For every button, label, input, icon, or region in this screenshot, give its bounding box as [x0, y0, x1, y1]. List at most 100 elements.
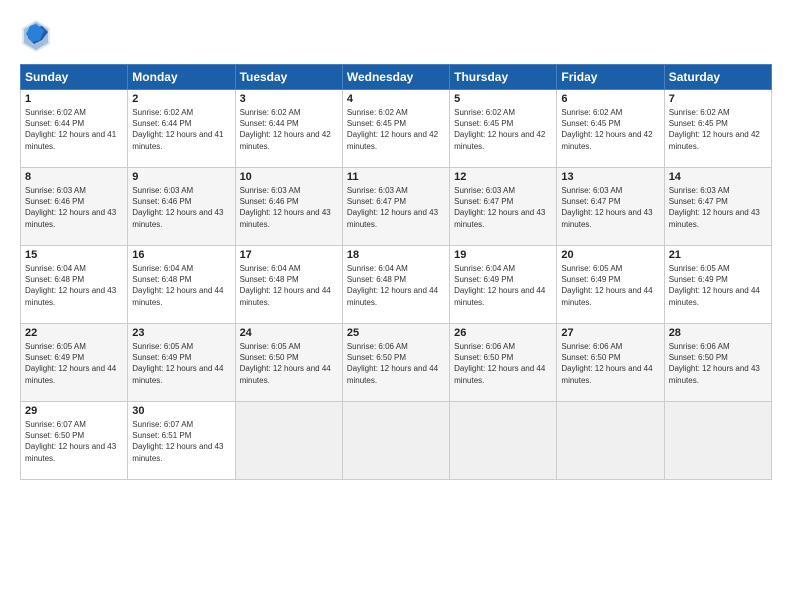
day-info: Sunrise: 6:03 AMSunset: 6:46 PMDaylight:…	[25, 186, 116, 229]
day-info: Sunrise: 6:05 AMSunset: 6:50 PMDaylight:…	[240, 342, 331, 385]
calendar-cell: 15 Sunrise: 6:04 AMSunset: 6:48 PMDayligh…	[21, 246, 128, 324]
calendar-week-row: 1Sunrise: 6:02 AMSunset: 6:44 PMDaylight…	[21, 90, 772, 168]
calendar-cell: 2 Sunrise: 6:02 AMSunset: 6:44 PMDaylight…	[128, 90, 235, 168]
day-info: Sunrise: 6:07 AMSunset: 6:50 PMDaylight:…	[25, 420, 116, 463]
calendar-cell	[664, 402, 771, 480]
day-number: 27	[561, 327, 659, 339]
day-info: Sunrise: 6:02 AMSunset: 6:44 PMDaylight:…	[240, 108, 331, 151]
day-info: Sunrise: 6:04 AMSunset: 6:49 PMDaylight:…	[454, 264, 545, 307]
col-thursday: Thursday	[450, 65, 557, 90]
col-tuesday: Tuesday	[235, 65, 342, 90]
calendar-cell: 22 Sunrise: 6:05 AMSunset: 6:49 PMDayligh…	[21, 324, 128, 402]
calendar-cell	[450, 402, 557, 480]
logo	[20, 18, 52, 54]
col-sunday: Sunday	[21, 65, 128, 90]
day-info: Sunrise: 6:07 AMSunset: 6:51 PMDaylight:…	[132, 420, 223, 463]
day-number: 19	[454, 249, 552, 261]
day-info: Sunrise: 6:03 AMSunset: 6:47 PMDaylight:…	[454, 186, 545, 229]
calendar-header-row: Sunday Monday Tuesday Wednesday Thursday…	[21, 65, 772, 90]
col-monday: Monday	[128, 65, 235, 90]
calendar-cell: 1Sunrise: 6:02 AMSunset: 6:44 PMDaylight…	[21, 90, 128, 168]
day-info: Sunrise: 6:02 AMSunset: 6:45 PMDaylight:…	[454, 108, 545, 151]
day-info: Sunrise: 6:06 AMSunset: 6:50 PMDaylight:…	[454, 342, 545, 385]
day-number: 6	[561, 93, 659, 105]
calendar-week-row: 29Sunrise: 6:07 AMSunset: 6:50 PMDayligh…	[21, 402, 772, 480]
calendar-week-row: 8 Sunrise: 6:03 AMSunset: 6:46 PMDaylight…	[21, 168, 772, 246]
day-number: 10	[240, 171, 338, 183]
calendar-table: Sunday Monday Tuesday Wednesday Thursday…	[20, 64, 772, 480]
calendar-cell: 20 Sunrise: 6:05 AMSunset: 6:49 PMDayligh…	[557, 246, 664, 324]
day-number: 17	[240, 249, 338, 261]
calendar-cell: 23Sunrise: 6:05 AMSunset: 6:49 PMDayligh…	[128, 324, 235, 402]
day-info: Sunrise: 6:05 AMSunset: 6:49 PMDaylight:…	[25, 342, 116, 385]
day-number: 13	[561, 171, 659, 183]
day-info: Sunrise: 6:03 AMSunset: 6:47 PMDaylight:…	[347, 186, 438, 229]
calendar-week-row: 15 Sunrise: 6:04 AMSunset: 6:48 PMDayligh…	[21, 246, 772, 324]
calendar-cell	[342, 402, 449, 480]
day-number: 3	[240, 93, 338, 105]
calendar-cell: 28 Sunrise: 6:06 AMSunset: 6:50 PMDayligh…	[664, 324, 771, 402]
col-saturday: Saturday	[664, 65, 771, 90]
calendar-cell: 9Sunrise: 6:03 AMSunset: 6:46 PMDaylight…	[128, 168, 235, 246]
calendar-cell	[235, 402, 342, 480]
calendar-cell: 24Sunrise: 6:05 AMSunset: 6:50 PMDayligh…	[235, 324, 342, 402]
calendar-cell: 30Sunrise: 6:07 AMSunset: 6:51 PMDayligh…	[128, 402, 235, 480]
calendar-cell: 26 Sunrise: 6:06 AMSunset: 6:50 PMDayligh…	[450, 324, 557, 402]
day-info: Sunrise: 6:04 AMSunset: 6:48 PMDaylight:…	[132, 264, 223, 307]
day-number: 12	[454, 171, 552, 183]
calendar-cell: 4Sunrise: 6:02 AMSunset: 6:45 PMDaylight…	[342, 90, 449, 168]
day-info: Sunrise: 6:03 AMSunset: 6:47 PMDaylight:…	[561, 186, 652, 229]
calendar-cell: 25 Sunrise: 6:06 AMSunset: 6:50 PMDayligh…	[342, 324, 449, 402]
day-number: 25	[347, 327, 445, 339]
day-info: Sunrise: 6:04 AMSunset: 6:48 PMDaylight:…	[240, 264, 331, 307]
calendar-cell: 17 Sunrise: 6:04 AMSunset: 6:48 PMDayligh…	[235, 246, 342, 324]
calendar-cell: 3 Sunrise: 6:02 AMSunset: 6:44 PMDaylight…	[235, 90, 342, 168]
calendar-cell: 21 Sunrise: 6:05 AMSunset: 6:49 PMDayligh…	[664, 246, 771, 324]
calendar-cell: 5 Sunrise: 6:02 AMSunset: 6:45 PMDaylight…	[450, 90, 557, 168]
calendar-cell: 8 Sunrise: 6:03 AMSunset: 6:46 PMDaylight…	[21, 168, 128, 246]
calendar-body: 1Sunrise: 6:02 AMSunset: 6:44 PMDaylight…	[21, 90, 772, 480]
day-info: Sunrise: 6:05 AMSunset: 6:49 PMDaylight:…	[669, 264, 760, 307]
day-number: 21	[669, 249, 767, 261]
day-info: Sunrise: 6:03 AMSunset: 6:46 PMDaylight:…	[240, 186, 331, 229]
calendar-cell: 19 Sunrise: 6:04 AMSunset: 6:49 PMDayligh…	[450, 246, 557, 324]
calendar-cell: 12 Sunrise: 6:03 AMSunset: 6:47 PMDayligh…	[450, 168, 557, 246]
day-number: 18	[347, 249, 445, 261]
day-number: 28	[669, 327, 767, 339]
day-info: Sunrise: 6:05 AMSunset: 6:49 PMDaylight:…	[561, 264, 652, 307]
day-info: Sunrise: 6:02 AMSunset: 6:45 PMDaylight:…	[669, 108, 760, 151]
day-number: 26	[454, 327, 552, 339]
calendar-week-row: 22 Sunrise: 6:05 AMSunset: 6:49 PMDayligh…	[21, 324, 772, 402]
day-info: Sunrise: 6:06 AMSunset: 6:50 PMDaylight:…	[347, 342, 438, 385]
calendar-cell: 6 Sunrise: 6:02 AMSunset: 6:45 PMDaylight…	[557, 90, 664, 168]
calendar-cell: 16 Sunrise: 6:04 AMSunset: 6:48 PMDayligh…	[128, 246, 235, 324]
calendar-cell: 18Sunrise: 6:04 AMSunset: 6:48 PMDayligh…	[342, 246, 449, 324]
day-info: Sunrise: 6:04 AMSunset: 6:48 PMDaylight:…	[25, 264, 116, 307]
day-number: 16	[132, 249, 230, 261]
day-number: 14	[669, 171, 767, 183]
day-number: 9	[132, 171, 230, 183]
day-number: 22	[25, 327, 123, 339]
calendar-cell: 29Sunrise: 6:07 AMSunset: 6:50 PMDayligh…	[21, 402, 128, 480]
day-number: 15	[25, 249, 123, 261]
day-number: 2	[132, 93, 230, 105]
day-number: 11	[347, 171, 445, 183]
day-info: Sunrise: 6:06 AMSunset: 6:50 PMDaylight:…	[669, 342, 760, 385]
col-friday: Friday	[557, 65, 664, 90]
day-info: Sunrise: 6:02 AMSunset: 6:44 PMDaylight:…	[132, 108, 223, 151]
day-number: 8	[25, 171, 123, 183]
day-info: Sunrise: 6:06 AMSunset: 6:50 PMDaylight:…	[561, 342, 652, 385]
calendar-cell: 13 Sunrise: 6:03 AMSunset: 6:47 PMDayligh…	[557, 168, 664, 246]
calendar-cell: 11 Sunrise: 6:03 AMSunset: 6:47 PMDayligh…	[342, 168, 449, 246]
page: Sunday Monday Tuesday Wednesday Thursday…	[0, 0, 792, 612]
calendar-cell	[557, 402, 664, 480]
day-info: Sunrise: 6:03 AMSunset: 6:47 PMDaylight:…	[669, 186, 760, 229]
day-info: Sunrise: 6:05 AMSunset: 6:49 PMDaylight:…	[132, 342, 223, 385]
calendar-cell: 27 Sunrise: 6:06 AMSunset: 6:50 PMDayligh…	[557, 324, 664, 402]
day-info: Sunrise: 6:02 AMSunset: 6:45 PMDaylight:…	[561, 108, 652, 151]
calendar-cell: 10 Sunrise: 6:03 AMSunset: 6:46 PMDayligh…	[235, 168, 342, 246]
day-number: 5	[454, 93, 552, 105]
col-wednesday: Wednesday	[342, 65, 449, 90]
day-info: Sunrise: 6:02 AMSunset: 6:45 PMDaylight:…	[347, 108, 438, 151]
day-number: 20	[561, 249, 659, 261]
